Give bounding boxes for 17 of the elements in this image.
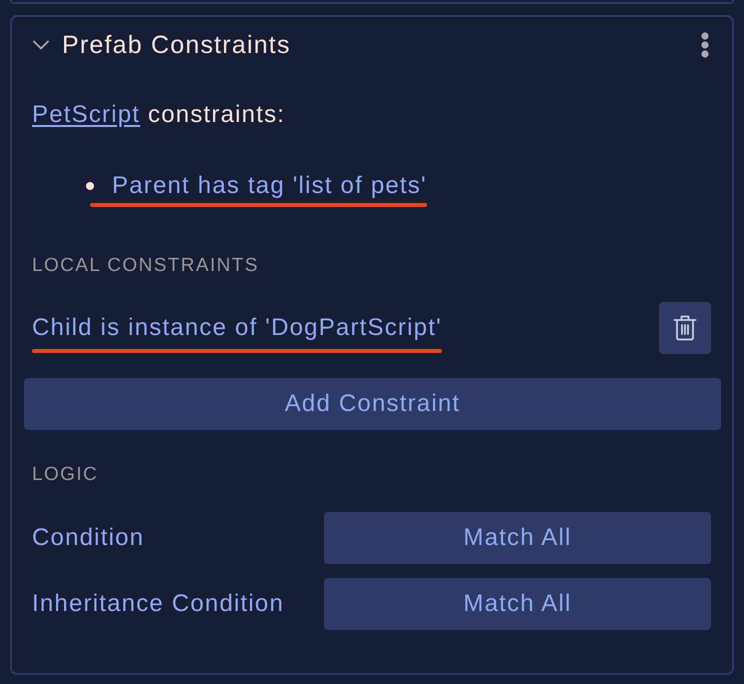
field-label: Condition <box>32 524 146 552</box>
trash-icon <box>673 315 697 341</box>
section-heading: LOCAL CONSTRAINTS <box>32 255 260 277</box>
script-link[interactable]: PetScript <box>32 101 140 128</box>
section-heading: LOGIC <box>32 464 100 486</box>
add-constraint-button[interactable]: Add Constraint <box>24 378 721 430</box>
local-constraint: Child is instance of 'DogPartScript' <box>32 313 442 343</box>
condition-button[interactable]: Match All <box>324 578 711 630</box>
chevron-icon[interactable] <box>33 40 49 50</box>
bullet-icon <box>86 182 94 190</box>
inherited-constraint: Parent has tag 'list of pets' <box>112 171 427 201</box>
panel-title: Prefab Constraints <box>62 30 292 60</box>
inherited-constraints-heading: PetScript constraints: <box>32 100 286 130</box>
condition-button[interactable]: Match All <box>324 512 711 564</box>
more-menu-icon[interactable] <box>701 32 709 58</box>
delete-button[interactable] <box>659 302 711 354</box>
field-label: Inheritance Condition <box>32 590 286 618</box>
